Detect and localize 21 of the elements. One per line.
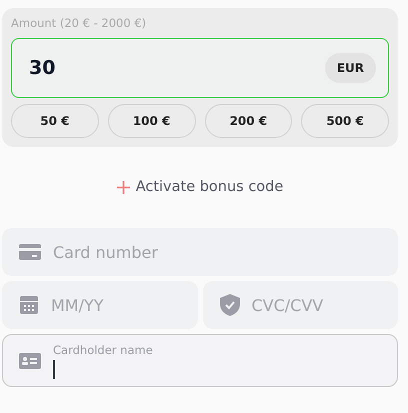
amount-label: Amount (20 € - 2000 €) (11, 16, 148, 30)
shield-check-icon (220, 294, 240, 316)
card-number-field[interactable]: Card number (2, 228, 398, 276)
plus-icon (116, 180, 130, 194)
text-input[interactable]: Card number (53, 242, 381, 262)
amount-field[interactable]: 30 EUR (11, 38, 389, 98)
preset-amount-button[interactable]: 50 € (11, 104, 99, 138)
credit-card-icon (19, 244, 41, 260)
bonus-code-link[interactable]: Activate bonus code (116, 179, 284, 195)
expiry-field[interactable]: MM/YY (2, 281, 198, 329)
text-input[interactable]: MM/YY (51, 296, 180, 314)
preset-amount-button[interactable]: 100 € (108, 104, 196, 138)
text-input[interactable]: CVC/CVV (252, 296, 381, 314)
preset-amount-button[interactable]: 200 € (204, 104, 292, 138)
currency-badge: EUR (324, 53, 376, 83)
id-card-icon (19, 352, 41, 368)
field-label: Cardholder name (53, 342, 153, 356)
preset-amount-button[interactable]: 500 € (301, 104, 389, 138)
cvc-field[interactable]: CVC/CVV (202, 281, 398, 329)
calendar-icon (19, 295, 39, 315)
amount-value: 30 (29, 57, 56, 79)
